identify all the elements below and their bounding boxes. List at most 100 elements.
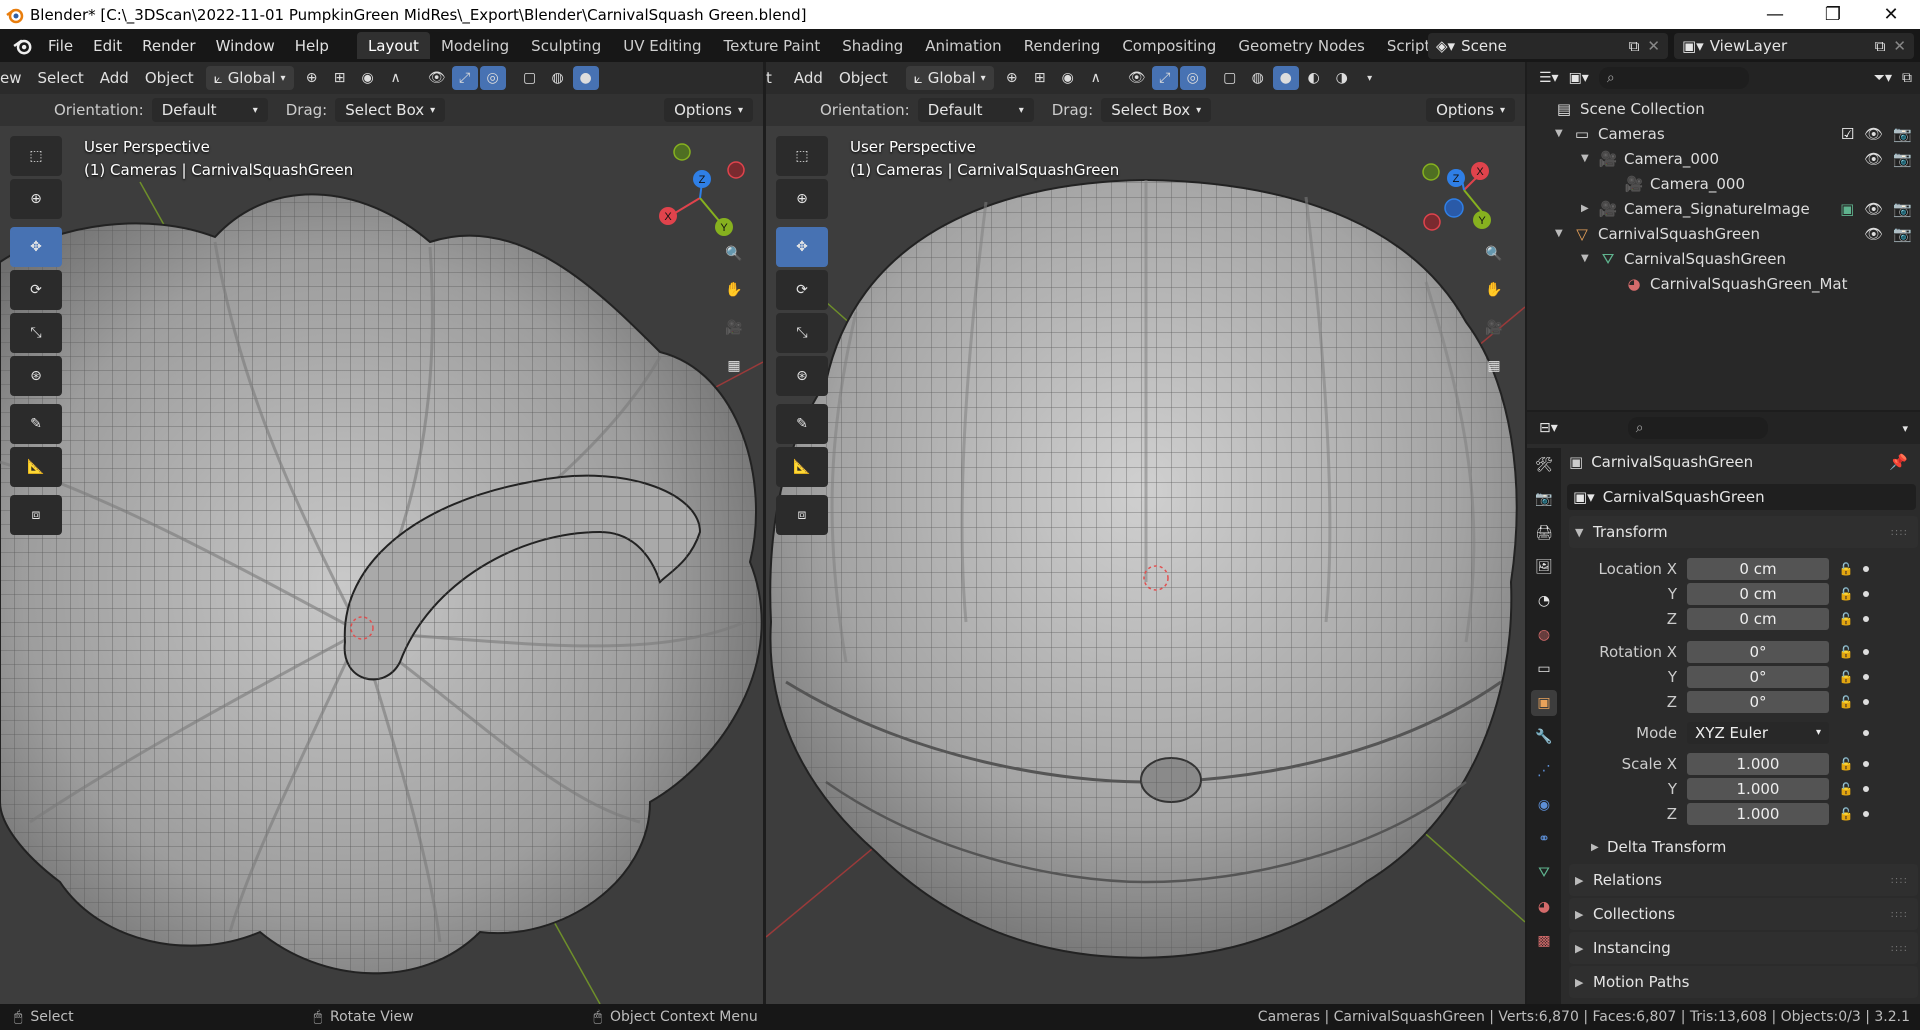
exclude-checkbox-icon[interactable]: ☑ (1841, 125, 1854, 143)
collections-panel-header[interactable]: ▶ Collections :::: (1569, 898, 1918, 930)
menu-window[interactable]: Window (206, 37, 285, 55)
rotation-mode-dropdown[interactable]: XYZ Euler ▾ (1687, 721, 1829, 744)
navigation-gizmo-left[interactable]: X Y Z (650, 140, 750, 240)
relations-panel-header[interactable]: ▶ Relations :::: (1569, 864, 1918, 896)
zoom-icon[interactable]: 🔍 (1478, 238, 1510, 270)
keyframe-dot-icon[interactable] (1863, 673, 1869, 680)
zoom-icon[interactable]: 🔍 (718, 238, 750, 270)
object-type-icon[interactable]: ▣▾ (1573, 488, 1595, 506)
drag-grip-icon[interactable]: :::: (1891, 527, 1908, 538)
add-cube-tool[interactable]: ⧈ (776, 495, 828, 535)
lock-icon[interactable]: 🔓 (1837, 695, 1855, 709)
output-tab-icon[interactable]: 🖨 (1531, 520, 1557, 546)
transform-tool[interactable]: ⊛ (10, 356, 62, 396)
select-menu[interactable]: Select (30, 69, 92, 87)
instancing-panel-header[interactable]: ▶ Instancing :::: (1569, 932, 1918, 964)
render-camera-icon[interactable]: 📷 (1893, 150, 1912, 168)
location-z-field[interactable]: 0 cm (1687, 607, 1829, 630)
blender-menu-icon[interactable] (8, 36, 38, 56)
falloff-icon[interactable]: ∧ (1083, 66, 1109, 90)
new-collection-icon[interactable]: ⧉ (1902, 70, 1912, 86)
minimize-button[interactable]: — (1746, 0, 1804, 29)
menu-render[interactable]: Render (132, 37, 205, 55)
eye-icon[interactable]: 👁 (1864, 150, 1883, 168)
visibility-icon[interactable]: 👁 (424, 66, 450, 90)
pin-icon[interactable]: 📌 (1889, 453, 1908, 471)
outliner-row-scene-collection[interactable]: ▤ Scene Collection (1527, 96, 1920, 121)
drag-dropdown[interactable]: Select Box ▾ (1101, 98, 1212, 122)
render-camera-icon[interactable]: 📷 (1893, 225, 1912, 243)
keyframe-dot-icon[interactable] (1863, 760, 1869, 767)
falloff-icon[interactable]: ∧ (383, 66, 409, 90)
outliner-row-camera-data[interactable]: 🎥 Camera_000 (1527, 171, 1920, 196)
outliner-row-carnival-collection[interactable]: ▼ ▽ CarnivalSquashGreen 👁 📷 (1527, 221, 1920, 246)
location-x-field[interactable]: 0 cm (1687, 557, 1829, 580)
lock-icon[interactable]: 🔓 (1837, 670, 1855, 684)
pan-hand-icon[interactable]: ✋ (1478, 274, 1510, 306)
annotate-tool[interactable]: ✎ (10, 404, 62, 444)
neg-x-axis-icon[interactable] (727, 161, 745, 179)
drag-grip-icon[interactable]: :::: (1891, 909, 1908, 920)
tab-layout[interactable]: Layout (356, 32, 430, 59)
drag-dropdown[interactable]: Select Box ▾ (335, 98, 446, 122)
render-camera-icon[interactable]: 📷 (1893, 200, 1912, 218)
move-tool[interactable]: ✥ (10, 227, 62, 267)
collection-tab-icon[interactable]: ▭ (1531, 656, 1557, 682)
lock-icon[interactable]: 🔓 (1837, 757, 1855, 771)
add-menu[interactable]: Add (786, 69, 831, 87)
keyframe-dot-icon[interactable] (1863, 648, 1869, 655)
menu-help[interactable]: Help (285, 37, 339, 55)
eye-icon[interactable]: 👁 (1864, 225, 1883, 243)
expand-arrow-icon[interactable]: ▼ (1555, 128, 1573, 139)
snap-icon[interactable]: ⊞ (1027, 66, 1053, 90)
select-box-tool[interactable]: ⬚ (776, 136, 828, 176)
add-menu[interactable]: Add (92, 69, 137, 87)
pivot-icon[interactable]: ⊕ (299, 66, 325, 90)
keyframe-dot-icon[interactable] (1863, 590, 1869, 597)
add-cube-tool[interactable]: ⧈ (10, 495, 62, 535)
wireframe-shading-icon[interactable]: ◍ (1245, 66, 1271, 90)
rotation-z-field[interactable]: 0° (1687, 690, 1829, 713)
tab-rendering[interactable]: Rendering (1013, 32, 1112, 59)
keyframe-dot-icon[interactable] (1863, 565, 1869, 572)
camera-view-icon[interactable]: 🎥 (1478, 312, 1510, 344)
new-viewlayer-icon[interactable]: ⧉ (1875, 37, 1886, 55)
remove-scene-icon[interactable]: ✕ (1647, 37, 1660, 55)
pan-hand-icon[interactable]: ✋ (718, 274, 750, 306)
constraints-tab-icon[interactable]: ⚭ (1531, 826, 1557, 852)
remove-viewlayer-icon[interactable]: ✕ (1893, 37, 1906, 55)
select-box-tool[interactable]: ⬚ (10, 136, 62, 176)
pivot-icon[interactable]: ⊕ (999, 66, 1025, 90)
scene-selector[interactable]: ◈▾ Scene ⧉ ✕ (1428, 33, 1668, 59)
object-menu[interactable]: Object (137, 69, 202, 87)
lock-icon[interactable]: 🔓 (1837, 612, 1855, 626)
camera-data-badge-icon[interactable]: ▣ (1840, 200, 1854, 218)
snap-icon[interactable]: ⊞ (327, 66, 353, 90)
chevron-down-icon[interactable]: ▾ (1902, 422, 1908, 435)
gizmo-toggle-icon[interactable]: ⤢ (451, 66, 478, 90)
editor-type-icon[interactable]: ☰▾ (1539, 70, 1559, 86)
outliner-search-field[interactable]: ⌕ (1598, 67, 1749, 89)
transform-orientation-dropdown[interactable]: ⟀ Global ▾ (905, 66, 994, 90)
material-tab-icon[interactable]: ◕ (1531, 894, 1557, 920)
object-name-field[interactable]: ▣▾ CarnivalSquashGreen (1567, 484, 1916, 510)
orientation-dropdown[interactable]: Default ▾ (917, 98, 1034, 122)
move-tool[interactable]: ✥ (776, 227, 828, 267)
neg-x-axis-icon[interactable] (1423, 213, 1441, 231)
tab-texture-paint[interactable]: Texture Paint (712, 32, 831, 59)
keyframe-dot-icon[interactable] (1863, 615, 1869, 622)
xray-icon[interactable]: ▢ (1217, 66, 1243, 90)
editor-type-icon[interactable]: ⊟▾ (1539, 420, 1558, 436)
solid-shading-icon[interactable]: ● (1272, 66, 1299, 90)
tab-animation[interactable]: Animation (914, 32, 1012, 59)
options-dropdown[interactable]: Options ▾ (1426, 98, 1515, 122)
cursor-tool[interactable]: ⊕ (10, 179, 62, 219)
expand-arrow-icon[interactable]: ▼ (1581, 153, 1599, 164)
rotate-tool[interactable]: ⟳ (10, 270, 62, 310)
overlay-toggle-icon[interactable]: ◎ (479, 66, 506, 90)
scale-tool[interactable]: ⤡ (10, 313, 62, 353)
material-shading-icon[interactable]: ◐ (1301, 66, 1327, 90)
tab-geometry-nodes[interactable]: Geometry Nodes (1227, 32, 1376, 59)
rendered-shading-icon[interactable]: ◑ (1329, 66, 1355, 90)
drag-grip-icon[interactable]: :::: (1891, 875, 1908, 886)
